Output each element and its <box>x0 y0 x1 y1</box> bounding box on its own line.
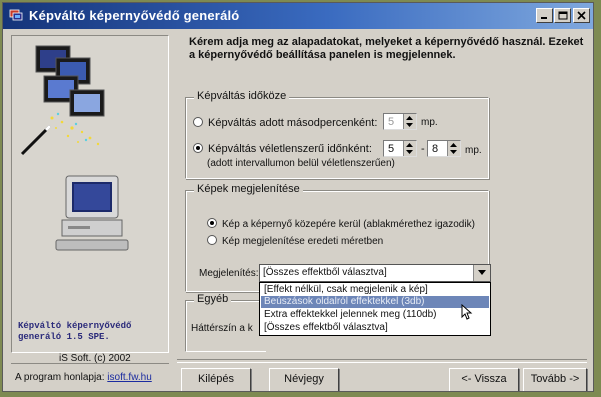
radio-center-icon <box>207 218 217 228</box>
radio-original-label: Kép megjelenítése eredeti méretben <box>222 236 384 247</box>
spin-arrows-icon[interactable] <box>403 114 416 129</box>
left-panel: Képváltó képernyővédő generáló 1.5 SPE. <box>11 35 169 353</box>
next-button[interactable]: Tovább -> <box>523 368 587 391</box>
radio-center-label: Kép a képernyő közepére kerül (ablakmére… <box>222 219 475 230</box>
dropdown-option[interactable]: Beúszások oldalról effektekkel (3db) <box>261 296 489 308</box>
next-button-label: Tovább -> <box>530 373 580 385</box>
random-interval-note: (adott intervallumon belül véletlenszerű… <box>207 158 395 169</box>
close-button[interactable] <box>573 8 590 23</box>
random-min-spinner[interactable]: 5 <box>383 140 417 157</box>
effect-select[interactable]: [Összes effektből választva] <box>259 264 491 282</box>
effect-select-value: [Összes effektből választva] <box>263 267 387 278</box>
interval-group-title: Képváltás időköze <box>194 90 290 102</box>
radio-fixed-interval[interactable]: Képváltás adott másodpercenként: <box>193 117 377 129</box>
minimize-icon <box>541 17 547 19</box>
radio-fixed-icon <box>193 117 203 127</box>
radio-original-icon <box>207 235 217 245</box>
spin-arrows-icon[interactable] <box>403 141 416 156</box>
about-button[interactable]: Névjegy <box>269 368 339 391</box>
back-button-label: <- Vissza <box>461 373 507 385</box>
spin-arrows-icon[interactable] <box>447 141 460 156</box>
main-window: Képváltó képernyővédő generáló Képváltó … <box>2 2 594 392</box>
screensaver-illustration <box>20 45 129 251</box>
radio-random-label: Képváltás véletlenszerű időnként: <box>208 143 372 155</box>
radio-random-icon <box>193 143 203 153</box>
radio-random-interval[interactable]: Képváltás véletlenszerű időnként: <box>193 143 372 155</box>
about-button-label: Névjegy <box>284 373 324 385</box>
product-name-line1: Képváltó képernyővédő <box>18 321 132 331</box>
effect-dropdown-list: [Effekt nélkül, csak megjelenik a kép] B… <box>259 282 491 336</box>
app-icon <box>9 9 23 21</box>
homepage-bar: A program honlapja: isoft.fw.hu <box>11 363 169 390</box>
dropdown-option[interactable]: [Összes effektből választva] <box>261 322 489 334</box>
window-title: Képváltó képernyővédő generáló <box>29 8 240 23</box>
exit-button[interactable]: Kilépés <box>181 368 251 391</box>
minimize-button[interactable] <box>536 8 553 23</box>
fixed-seconds-value: 5 <box>388 116 395 128</box>
maximize-button[interactable] <box>554 8 571 23</box>
chevron-down-icon[interactable] <box>473 265 490 281</box>
maximize-icon <box>558 11 568 20</box>
product-name-line2: generáló 1.5 SPE. <box>18 332 110 342</box>
random-max-value: 8 <box>432 143 439 155</box>
homepage-label: A program honlapja: <box>15 372 105 383</box>
background-color-label: Háttérszín a k <box>191 323 253 334</box>
random-seconds-unit: mp. <box>465 145 482 156</box>
radio-center-image[interactable]: Kép a képernyő közepére kerül (ablakmére… <box>207 218 475 230</box>
radio-fixed-label: Képváltás adott másodpercenként: <box>208 117 378 129</box>
exit-button-label: Kilépés <box>197 373 235 385</box>
back-button[interactable]: <- Vissza <box>449 368 519 391</box>
homepage-link[interactable]: isoft.fw.hu <box>107 372 151 383</box>
dropdown-option[interactable]: [Effekt nélkül, csak megjelenik a kép] <box>261 284 489 296</box>
footer-divider <box>177 359 587 363</box>
display-group-title: Képek megjelenítése <box>194 183 303 195</box>
close-icon <box>577 11 586 20</box>
dropdown-option[interactable]: Extra effektekkel jelennek meg (110db) <box>261 309 489 321</box>
mouse-cursor-icon <box>461 304 473 320</box>
fixed-seconds-spinner[interactable]: 5 <box>383 113 417 130</box>
intro-text: Kérem adja meg az alapadatokat, melyeket… <box>189 36 584 61</box>
effect-label: Megjelenítés: <box>199 268 259 279</box>
random-max-spinner[interactable]: 8 <box>427 140 461 157</box>
range-separator: - <box>421 143 425 155</box>
title-bar[interactable]: Képváltó képernyővédő generáló <box>3 3 593 29</box>
fixed-seconds-unit: mp. <box>421 117 438 128</box>
radio-original-size[interactable]: Kép megjelenítése eredeti méretben <box>207 235 383 247</box>
random-min-value: 5 <box>388 143 395 155</box>
other-group-title: Egyéb <box>194 293 232 305</box>
